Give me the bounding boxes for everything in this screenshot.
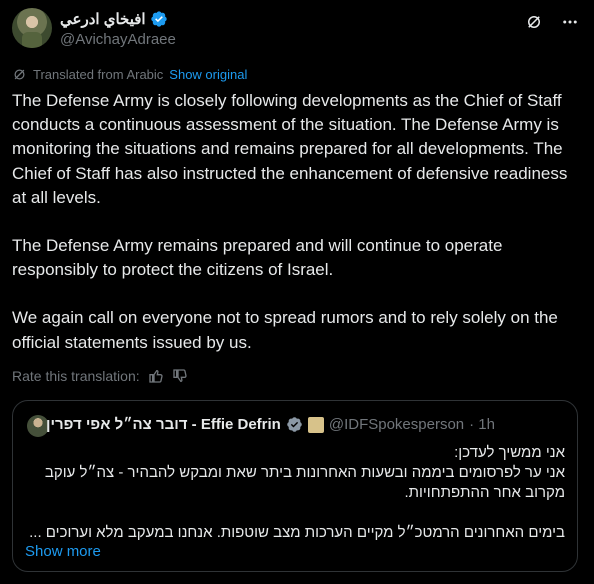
- show-more-link[interactable]: Show more: [25, 543, 101, 560]
- verified-badge-icon: [287, 417, 302, 432]
- rate-label: Rate this translation:: [12, 368, 140, 384]
- author-avatar[interactable]: [12, 8, 52, 48]
- post-paragraph: We again call on everyone not to spread …: [12, 308, 558, 352]
- rate-translation: Rate this translation:: [12, 368, 188, 384]
- post-paragraph: The Defense Army remains prepared and wi…: [12, 236, 503, 280]
- translate-icon: [14, 69, 25, 80]
- quote-header: דובר צה״ל אפי דפרין - Effie Defrin @IDFS…: [46, 416, 495, 433]
- more-icon[interactable]: [560, 12, 580, 32]
- quote-line: אני ער לפרסומים ביממה ובשעות האחרונות בי…: [44, 464, 565, 481]
- quote-display-name[interactable]: דובר צה״ל אפי דפרין - Effie Defrin: [46, 416, 281, 433]
- quoted-post[interactable]: דובר צה״ל אפי דפרין - Effie Defrin @IDFS…: [12, 400, 578, 572]
- thumbs-up-icon[interactable]: [148, 368, 164, 384]
- quote-time: · 1h: [469, 416, 495, 433]
- quote-line-spacer: [29, 503, 565, 523]
- quote-body: אני ממשיך לעדכן: אני ער לפרסומים ביממה ו…: [29, 443, 565, 543]
- translated-label: Translated from Arabic: [33, 67, 164, 82]
- post-paragraph: The Defense Army is closely following de…: [12, 91, 568, 207]
- top-actions: [524, 12, 580, 32]
- quote-line: בימים האחרונים הרמטכ״ל מקיים הערכות מצב …: [29, 524, 565, 541]
- post-body: The Defense Army is closely following de…: [12, 89, 580, 379]
- translation-notice: Translated from Arabic Show original: [12, 67, 247, 82]
- thumbs-down-icon[interactable]: [172, 368, 188, 384]
- show-original-link[interactable]: Show original: [169, 67, 247, 82]
- author-name-row: افيخاي ادرعي: [60, 10, 168, 28]
- author-display-name[interactable]: افيخاي ادرعي: [60, 10, 146, 28]
- grok-icon[interactable]: [524, 12, 544, 32]
- emblem-icon: [307, 416, 324, 433]
- quote-handle: @IDFSpokesperson: [328, 416, 465, 433]
- verified-badge-icon: [150, 11, 167, 27]
- author-handle[interactable]: @AvichayAdraee: [60, 31, 176, 48]
- quote-line: אני ממשיך לעדכן:: [454, 444, 565, 461]
- quote-line: מקרוב אחר ההתפתחויות.: [404, 484, 565, 501]
